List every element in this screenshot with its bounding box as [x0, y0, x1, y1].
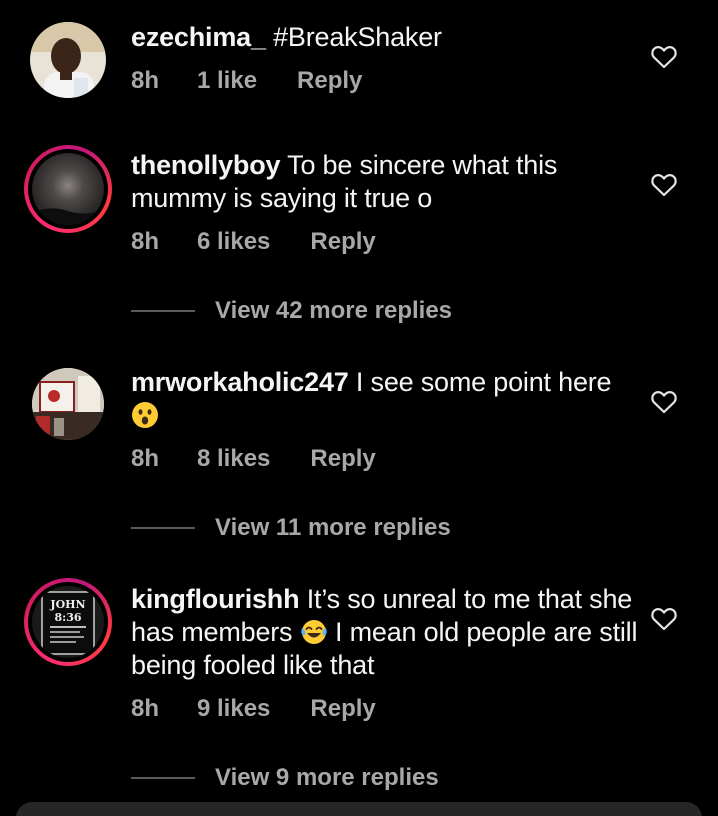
comment-username[interactable]: ezechima_	[131, 22, 266, 52]
avatar-badge-line1: JOHN	[49, 598, 85, 611]
avatar[interactable]	[32, 368, 104, 440]
tears-of-joy-emoji	[301, 620, 327, 644]
avatar[interactable]	[30, 22, 106, 98]
comment-username[interactable]: kingflourishh	[131, 584, 300, 614]
comment-text[interactable]: #BreakShaker	[273, 22, 442, 52]
avatar-story-ring[interactable]	[24, 145, 112, 233]
heart-outline-icon[interactable]	[651, 390, 677, 414]
view-more-replies-button[interactable]: View 11 more replies	[131, 514, 451, 542]
view-more-replies-button[interactable]: View 42 more replies	[131, 297, 452, 325]
divider	[131, 527, 195, 529]
divider	[131, 310, 195, 312]
avatar-story-ring[interactable]: JOHN 8:36	[24, 578, 112, 666]
reply-button[interactable]: Reply	[310, 695, 375, 723]
avatar-image	[30, 22, 106, 98]
avatar	[32, 153, 104, 225]
heart-outline-icon[interactable]	[651, 607, 677, 631]
view-more-replies-label[interactable]: View 42 more replies	[215, 297, 452, 325]
avatar-image	[32, 368, 104, 440]
avatar-image: JOHN 8:36	[32, 586, 104, 658]
reply-button[interactable]: Reply	[297, 67, 362, 95]
view-more-replies-label[interactable]: View 9 more replies	[215, 764, 439, 792]
comment-body: mrworkaholic247 I see some point here	[131, 366, 641, 432]
comment-body: ezechima_ #BreakShaker	[131, 21, 641, 54]
avatar-image	[32, 153, 104, 225]
avatar: JOHN 8:36	[32, 586, 104, 658]
divider	[131, 777, 195, 779]
reply-button[interactable]: Reply	[310, 445, 375, 473]
comment-input-bar[interactable]	[16, 802, 702, 816]
comment-time: 8h	[131, 445, 160, 472]
comment-username[interactable]: thenollyboy	[131, 150, 281, 180]
heart-outline-icon[interactable]	[651, 173, 677, 197]
comment-likes-count[interactable]: 8 likes	[197, 445, 270, 473]
comment-likes-count[interactable]: 9 likes	[197, 695, 270, 723]
comment-body: thenollyboy To be sincere what this mumm…	[131, 149, 641, 215]
view-more-replies-label[interactable]: View 11 more replies	[215, 514, 451, 542]
comment-time: 8h	[131, 67, 160, 94]
reply-button[interactable]: Reply	[310, 228, 375, 256]
avatar-badge-line2: 8:36	[54, 611, 81, 624]
comment-meta: 8h 1 like Reply	[131, 67, 362, 95]
heart-outline-icon[interactable]	[651, 45, 677, 69]
comment-text[interactable]: I see some point here	[356, 367, 612, 397]
view-more-replies-button[interactable]: View 9 more replies	[131, 764, 439, 792]
astonished-face-emoji	[132, 402, 158, 428]
comment-meta: 8h 9 likes Reply	[131, 695, 376, 723]
comment-likes-count[interactable]: 1 like	[197, 67, 257, 95]
comment-meta: 8h 6 likes Reply	[131, 228, 376, 256]
comment-body: kingflourishh It’s so unreal to me that …	[131, 583, 641, 682]
comment-likes-count[interactable]: 6 likes	[197, 228, 270, 256]
comment-time: 8h	[131, 228, 160, 255]
comment-username[interactable]: mrworkaholic247	[131, 367, 349, 397]
comment-time: 8h	[131, 695, 160, 722]
comment-meta: 8h 8 likes Reply	[131, 445, 376, 473]
